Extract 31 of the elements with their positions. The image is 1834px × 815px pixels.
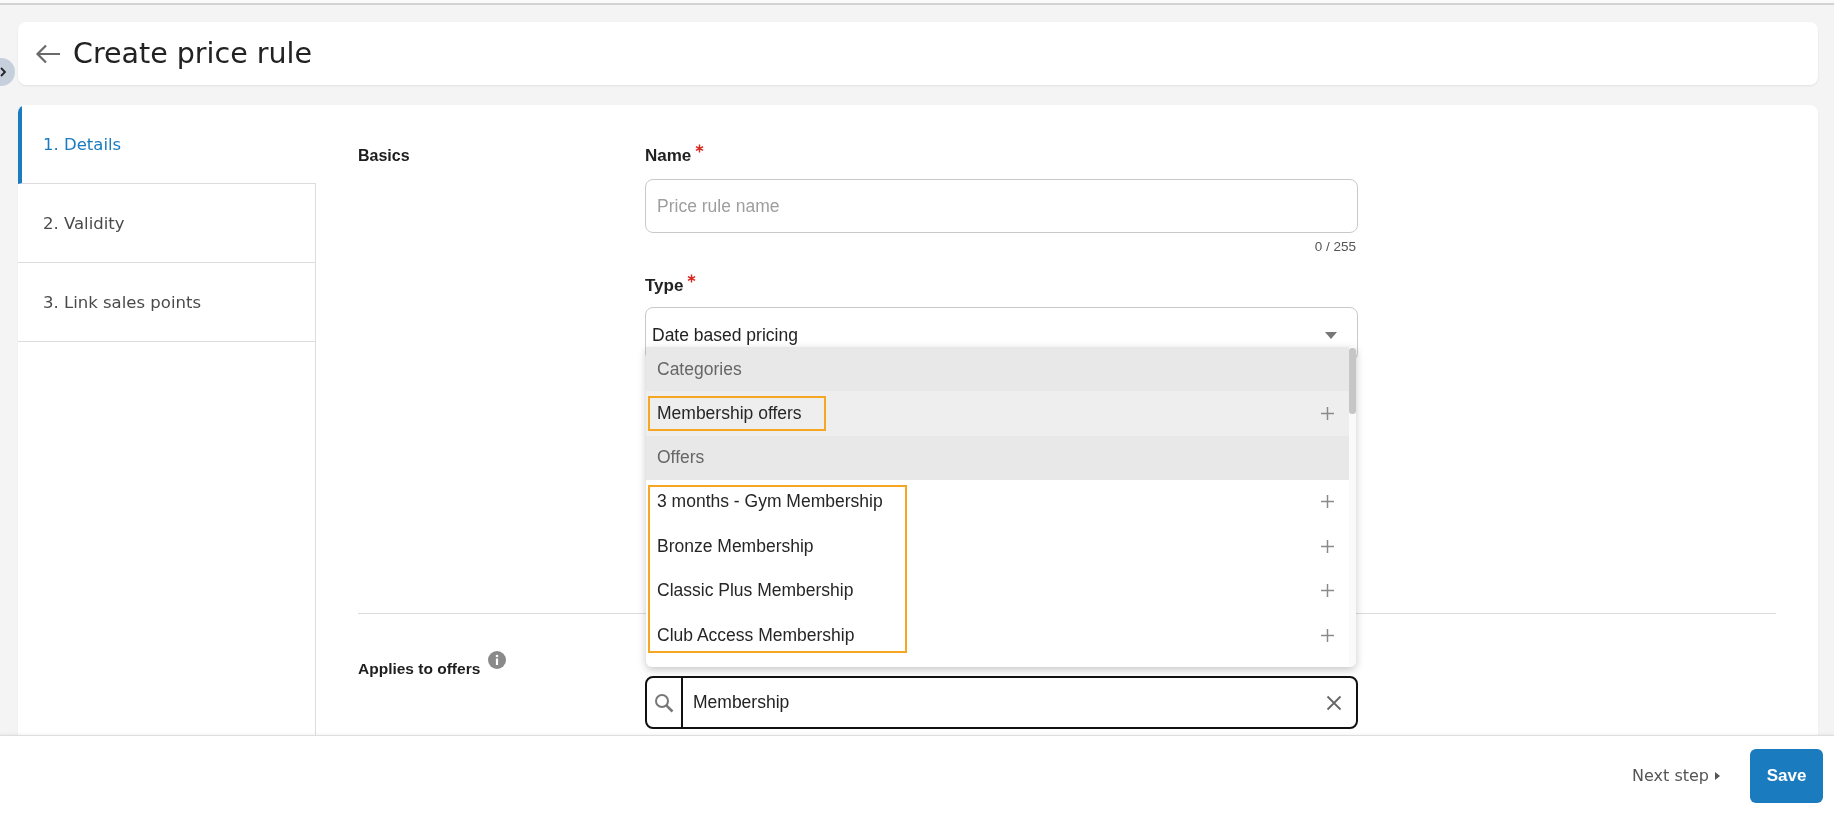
- plus-icon[interactable]: [1321, 628, 1334, 642]
- clear-icon[interactable]: [1326, 694, 1342, 711]
- search-icon: [654, 692, 674, 713]
- plus-icon[interactable]: [1321, 406, 1334, 420]
- name-input[interactable]: Price rule name: [645, 179, 1358, 233]
- step-tab[interactable]: 3. Link sales points: [18, 263, 316, 342]
- plus-icon[interactable]: [1321, 539, 1334, 553]
- character-counter: 0 / 255: [1314, 239, 1356, 255]
- group-header: Offers: [646, 435, 1349, 480]
- field-label: Type: [645, 276, 684, 296]
- search-input[interactable]: Membership: [683, 678, 1326, 727]
- dropdown-option[interactable]: Membership offers: [646, 391, 1349, 436]
- section-heading: Basics: [358, 146, 410, 166]
- chevron-right-icon: [0, 67, 6, 77]
- info-icon[interactable]: [488, 651, 507, 669]
- group-header: Categories: [646, 347, 1349, 391]
- scrollbar-thumb[interactable]: [1349, 348, 1356, 414]
- save-button[interactable]: Save: [1750, 748, 1823, 803]
- page-title: Create price rule: [73, 35, 312, 72]
- search-field[interactable]: Membership: [645, 676, 1358, 729]
- next-step-button[interactable]: Next step: [1632, 766, 1720, 785]
- caret-down-icon: [1325, 331, 1337, 339]
- field-label: Name: [645, 146, 692, 166]
- caret-right-icon: [1715, 771, 1720, 780]
- sidebar-toggle-button[interactable]: [0, 58, 15, 86]
- step-tab[interactable]: 1. Details: [18, 105, 316, 184]
- step-tab[interactable]: 2. Validity: [18, 184, 316, 263]
- plus-icon[interactable]: [1321, 584, 1334, 598]
- back-arrow-icon[interactable]: [35, 43, 61, 64]
- section-heading: Applies to offers: [358, 659, 481, 679]
- plus-icon[interactable]: [1321, 495, 1334, 509]
